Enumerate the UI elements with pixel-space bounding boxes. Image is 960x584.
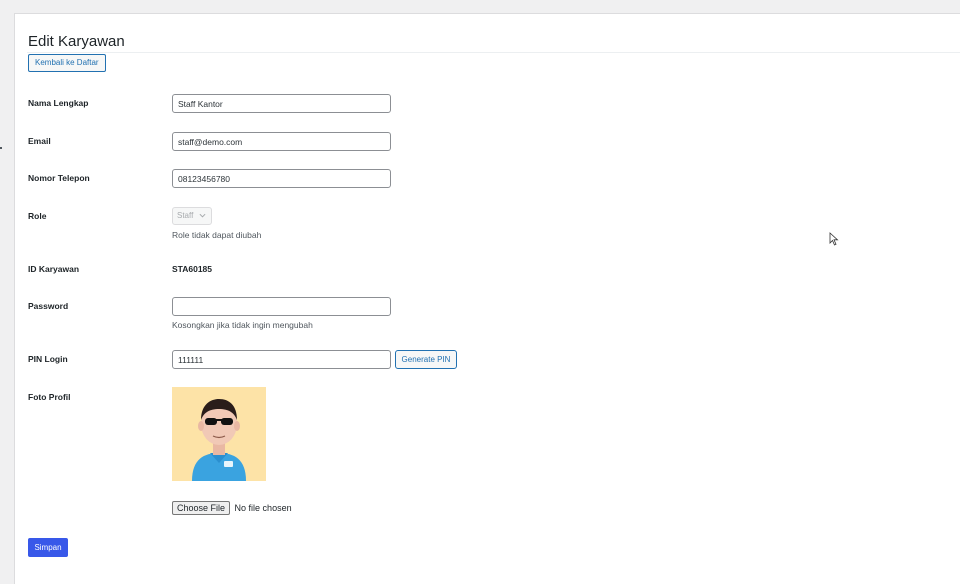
page-title: Edit Karyawan xyxy=(28,33,125,50)
nama-input[interactable] xyxy=(172,94,391,113)
telepon-label: Nomor Telepon xyxy=(28,173,90,183)
window-edge-mark xyxy=(0,147,2,149)
pin-input[interactable] xyxy=(172,350,391,369)
id-karyawan-value: STA60185 xyxy=(172,264,213,274)
avatar-illustration xyxy=(172,387,266,481)
profile-avatar-image xyxy=(172,387,266,481)
password-input[interactable] xyxy=(172,297,391,316)
id-karyawan-label: ID Karyawan xyxy=(28,264,80,274)
title-divider xyxy=(27,52,960,53)
role-description: Role tidak dapat diubah xyxy=(172,230,262,240)
generate-pin-button[interactable]: Generate PIN xyxy=(395,350,457,369)
password-description: Kosongkan jika tidak ingin mengubah xyxy=(172,320,313,330)
chevron-down-icon xyxy=(199,213,206,218)
foto-label: Foto Profil xyxy=(28,392,71,402)
email-label: Email xyxy=(28,136,51,146)
edit-panel: Edit Karyawan Kembali ke Daftar Nama Len… xyxy=(14,13,960,584)
file-input[interactable]: Choose File No file chosen xyxy=(172,501,292,515)
password-label: Password xyxy=(28,301,69,311)
role-select-value: Staff xyxy=(177,211,194,220)
email-input[interactable] xyxy=(172,132,391,151)
save-button[interactable]: Simpan xyxy=(28,538,68,557)
role-label: Role xyxy=(28,211,47,221)
choose-file-button[interactable]: Choose File xyxy=(172,501,231,515)
file-status: No file chosen xyxy=(234,503,292,513)
pin-label: PIN Login xyxy=(28,354,68,364)
nama-label: Nama Lengkap xyxy=(28,98,89,108)
mouse-cursor-icon xyxy=(829,232,839,246)
back-to-list-button[interactable]: Kembali ke Daftar xyxy=(28,54,106,72)
telepon-input[interactable] xyxy=(172,169,391,188)
role-select: Staff xyxy=(172,207,212,225)
